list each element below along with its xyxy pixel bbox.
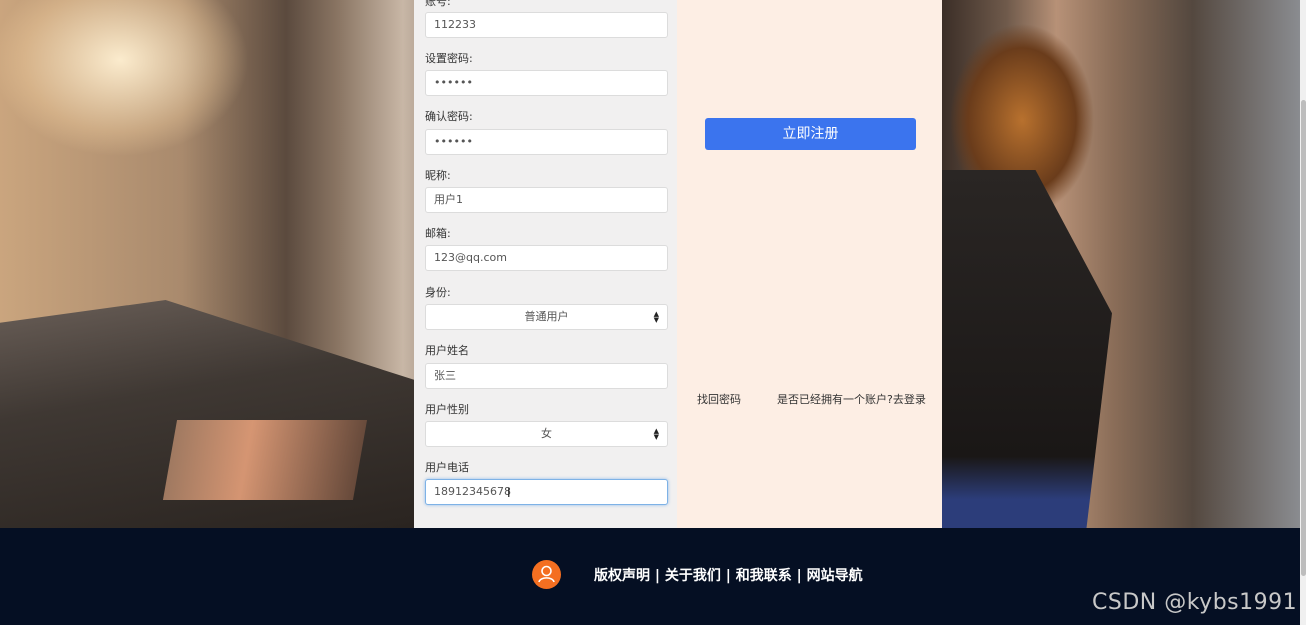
email-input[interactable]: 123@qq.com <box>425 245 668 271</box>
register-button[interactable]: 立即注册 <box>705 118 916 150</box>
gender-label: 用户性别 <box>425 403 469 416</box>
scrollbar-thumb[interactable] <box>1301 100 1306 576</box>
account-input[interactable]: 112233 <box>425 12 668 38</box>
register-side-panel <box>677 0 942 528</box>
login-link[interactable]: 是否已经拥有一个账户?去登录 <box>777 391 926 407</box>
phone-label: 用户电话 <box>425 461 469 474</box>
watermark: CSDN @kybs1991 <box>1092 590 1298 615</box>
password-label: 设置密码: <box>425 52 473 65</box>
password-input[interactable]: •••••• <box>425 70 668 96</box>
confirm-password-label: 确认密码: <box>425 110 473 123</box>
forgot-password-link[interactable]: 找回密码 <box>697 391 741 407</box>
account-label: 账号: <box>425 0 451 8</box>
phone-input[interactable]: 18912345678 <box>425 479 668 505</box>
gender-select-value: 女 <box>541 427 552 440</box>
email-label: 邮箱: <box>425 227 451 240</box>
confirm-password-input[interactable]: •••••• <box>425 129 668 155</box>
user-icon <box>532 560 561 589</box>
realname-input[interactable]: 张三 <box>425 363 668 389</box>
nickname-label: 昵称: <box>425 169 451 182</box>
footer-links[interactable]: 版权声明 | 关于我们 | 和我联系 | 网站导航 <box>594 565 863 585</box>
select-arrows-icon: ▲ ▼ <box>653 310 659 324</box>
select-arrows-icon: ▲ ▼ <box>653 427 659 441</box>
treadmill-console-image <box>162 420 368 500</box>
nickname-input[interactable]: 用户1 <box>425 187 668 213</box>
gender-select[interactable]: 女 ▲ ▼ <box>425 421 668 447</box>
role-select-value: 普通用户 <box>524 310 569 323</box>
text-cursor-icon: I <box>507 486 511 500</box>
realname-label: 用户姓名 <box>425 344 469 357</box>
role-select[interactable]: 普通用户 ▲ ▼ <box>425 304 668 330</box>
role-label: 身份: <box>425 286 451 299</box>
page-viewport: 账号: 112233 设置密码: •••••• 确认密码: •••••• 昵称:… <box>0 0 1300 625</box>
